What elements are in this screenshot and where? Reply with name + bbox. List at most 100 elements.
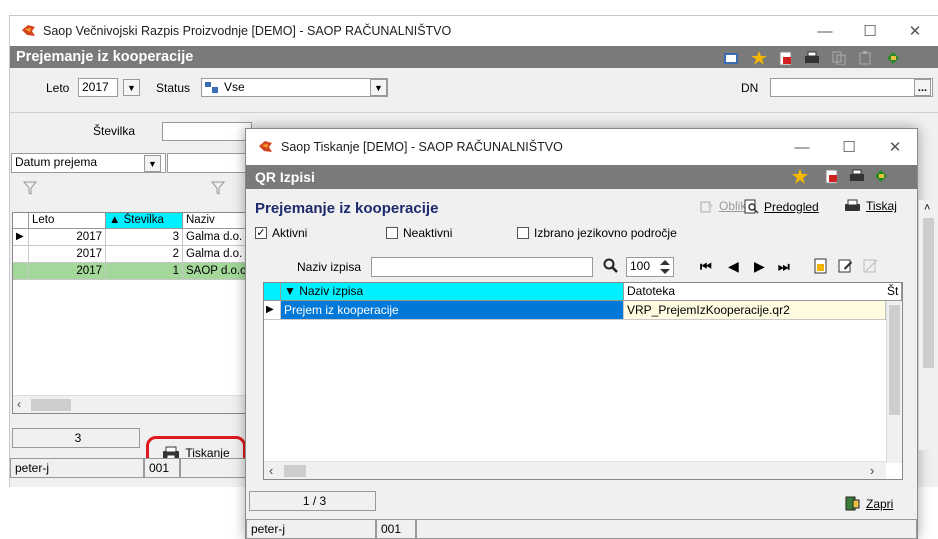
aktivni-checkbox[interactable]: ✓ Aktivni bbox=[255, 226, 307, 240]
module-header: Prejemanje iz kooperacije bbox=[10, 46, 938, 68]
row-pointer-icon: ▶ bbox=[13, 229, 29, 246]
exit-icon[interactable] bbox=[885, 51, 901, 65]
maximize-button[interactable]: ☐ bbox=[848, 16, 892, 46]
status-filter-icon bbox=[205, 82, 218, 93]
status-select[interactable]: Vse bbox=[201, 78, 388, 97]
last-page-icon[interactable]: ⏭ bbox=[778, 259, 790, 275]
main-title: Saop Večnivojski Razpis Proizvodnje [DEM… bbox=[43, 24, 452, 38]
table-row[interactable]: Galma d.o. bbox=[183, 246, 253, 263]
next-page-icon[interactable]: ▶ bbox=[754, 258, 765, 275]
dialog-vscrollbar[interactable] bbox=[886, 301, 902, 463]
table-row[interactable]: 3 bbox=[106, 229, 183, 246]
table-row[interactable]: 2 bbox=[106, 246, 183, 263]
table-row[interactable]: 2017 bbox=[29, 263, 106, 280]
main-titlebar: Saop Večnivojski Razpis Proizvodnje [DEM… bbox=[10, 16, 938, 46]
izbrano-checkbox[interactable]: Izbrano jezikovno področje bbox=[517, 226, 677, 240]
grid-indicator-header bbox=[13, 213, 29, 229]
table-row[interactable]: Prejem iz kooperacije bbox=[281, 301, 624, 320]
table-row[interactable]: 2017 bbox=[29, 246, 106, 263]
status-dropdown-icon[interactable]: ▼ bbox=[370, 79, 387, 96]
aktivni-label: Aktivni bbox=[272, 226, 308, 240]
printer-icon[interactable] bbox=[849, 169, 865, 184]
grid-header-naziv-izpisa[interactable]: ▼ Naziv izpisa bbox=[281, 283, 624, 301]
pager-status: 1 / 3 bbox=[249, 491, 376, 511]
printer-icon bbox=[845, 199, 860, 211]
scroll-thumb[interactable] bbox=[31, 399, 71, 411]
new-document-icon[interactable] bbox=[813, 258, 828, 274]
dialog-minimize-button[interactable]: — bbox=[780, 129, 824, 165]
first-page-icon[interactable]: ⏮ bbox=[700, 259, 712, 275]
dn-input[interactable] bbox=[770, 78, 933, 97]
main-grid: Leto ▲ Številka Naziv ▶ 2017 3 Galma d.o… bbox=[12, 212, 253, 414]
limit-value: 100 bbox=[630, 259, 651, 273]
leto-dropdown-icon[interactable]: ▼ bbox=[123, 79, 140, 96]
dialog-hscrollbar[interactable]: ‹ › bbox=[264, 461, 886, 479]
scroll-left-icon[interactable]: ‹ bbox=[17, 397, 21, 411]
minimize-button[interactable]: — bbox=[803, 16, 847, 46]
datum-select[interactable]: Datum prejema bbox=[11, 153, 166, 173]
saop-logo-icon bbox=[22, 25, 35, 36]
filter-icon[interactable] bbox=[23, 181, 37, 196]
dn-label: DN bbox=[741, 81, 759, 95]
empty-status bbox=[180, 458, 246, 478]
close-button[interactable]: ✕ bbox=[893, 16, 937, 46]
stepper-icon[interactable] bbox=[658, 259, 672, 275]
status-value: Vse bbox=[224, 80, 245, 94]
filter-icon[interactable] bbox=[211, 181, 225, 196]
prev-page-icon[interactable]: ◀ bbox=[728, 258, 739, 275]
leto-select[interactable]: 2017 bbox=[78, 78, 118, 97]
izbrano-label: Izbrano jezikovno področje bbox=[534, 226, 677, 240]
table-row[interactable]: Galma d.o. bbox=[183, 229, 253, 246]
status-label: Status bbox=[156, 81, 191, 95]
tiskaj-button[interactable]: Tiskaj bbox=[844, 199, 897, 213]
scroll-up-icon[interactable]: ˄ bbox=[924, 202, 930, 214]
scroll-left-icon[interactable]: ‹ bbox=[269, 463, 273, 478]
design-icon bbox=[700, 200, 713, 212]
delete-disabled-icon[interactable] bbox=[863, 258, 878, 274]
grid-header-datoteka[interactable]: Datoteka bbox=[624, 283, 902, 301]
edit-document-icon[interactable] bbox=[838, 258, 853, 274]
code-status: 001 bbox=[144, 458, 180, 478]
paste-disabled-icon[interactable] bbox=[857, 51, 873, 65]
predogled-button[interactable]: Predogled bbox=[744, 199, 819, 214]
checkbox-empty-icon bbox=[517, 227, 529, 239]
table-row[interactable]: VRP_PrejemIzKooperacije.qr2 bbox=[624, 301, 886, 320]
datum-input[interactable] bbox=[167, 153, 252, 173]
printer-icon[interactable] bbox=[804, 51, 820, 65]
main-vscrollbar[interactable]: ˄ bbox=[918, 200, 938, 450]
row-indicator bbox=[13, 263, 29, 280]
stevilka-input[interactable] bbox=[162, 122, 252, 141]
favorite-star-icon[interactable] bbox=[751, 51, 767, 65]
naziv-izpisa-input[interactable] bbox=[371, 257, 593, 277]
dialog-maximize-button[interactable]: ☐ bbox=[827, 129, 871, 165]
main-hscrollbar[interactable]: ‹ bbox=[13, 395, 251, 413]
copy-disabled-icon[interactable] bbox=[831, 51, 847, 65]
table-row[interactable]: SAOP d.o.o bbox=[183, 263, 253, 280]
checkbox-empty-icon bbox=[386, 227, 398, 239]
grid-settings-icon[interactable] bbox=[723, 51, 739, 65]
dialog-close-button[interactable]: ✕ bbox=[873, 129, 917, 165]
datum-dropdown-icon[interactable]: ▼ bbox=[144, 155, 161, 172]
scroll-right-icon[interactable]: › bbox=[870, 463, 874, 478]
search-icon[interactable] bbox=[603, 258, 619, 274]
grid-header-naziv[interactable]: Naziv bbox=[183, 213, 253, 229]
export-excel-icon[interactable] bbox=[824, 169, 840, 184]
exit-icon[interactable] bbox=[873, 169, 889, 184]
export-excel-icon[interactable] bbox=[778, 51, 794, 65]
separator bbox=[10, 112, 938, 113]
table-row[interactable]: 2017 bbox=[29, 229, 106, 246]
grid-header-stevilka[interactable]: ▲ Številka bbox=[106, 213, 183, 229]
table-row[interactable]: 1 bbox=[106, 263, 183, 280]
user-status: peter-j bbox=[10, 458, 144, 478]
grid-header-st[interactable]: Št bbox=[886, 283, 902, 301]
scroll-thumb[interactable] bbox=[923, 218, 934, 368]
favorite-star-icon[interactable] bbox=[792, 169, 808, 184]
scroll-thumb[interactable] bbox=[284, 465, 306, 477]
neaktivni-checkbox[interactable]: Neaktivni bbox=[386, 226, 452, 240]
dialog-code-status: 001 bbox=[376, 519, 416, 539]
grid-header-leto[interactable]: Leto bbox=[29, 213, 106, 229]
dn-browse-button[interactable]: ... bbox=[914, 79, 931, 96]
scroll-thumb[interactable] bbox=[889, 305, 900, 415]
leto-label: Leto bbox=[46, 81, 70, 95]
zapri-button[interactable]: Zapri bbox=[844, 496, 893, 511]
